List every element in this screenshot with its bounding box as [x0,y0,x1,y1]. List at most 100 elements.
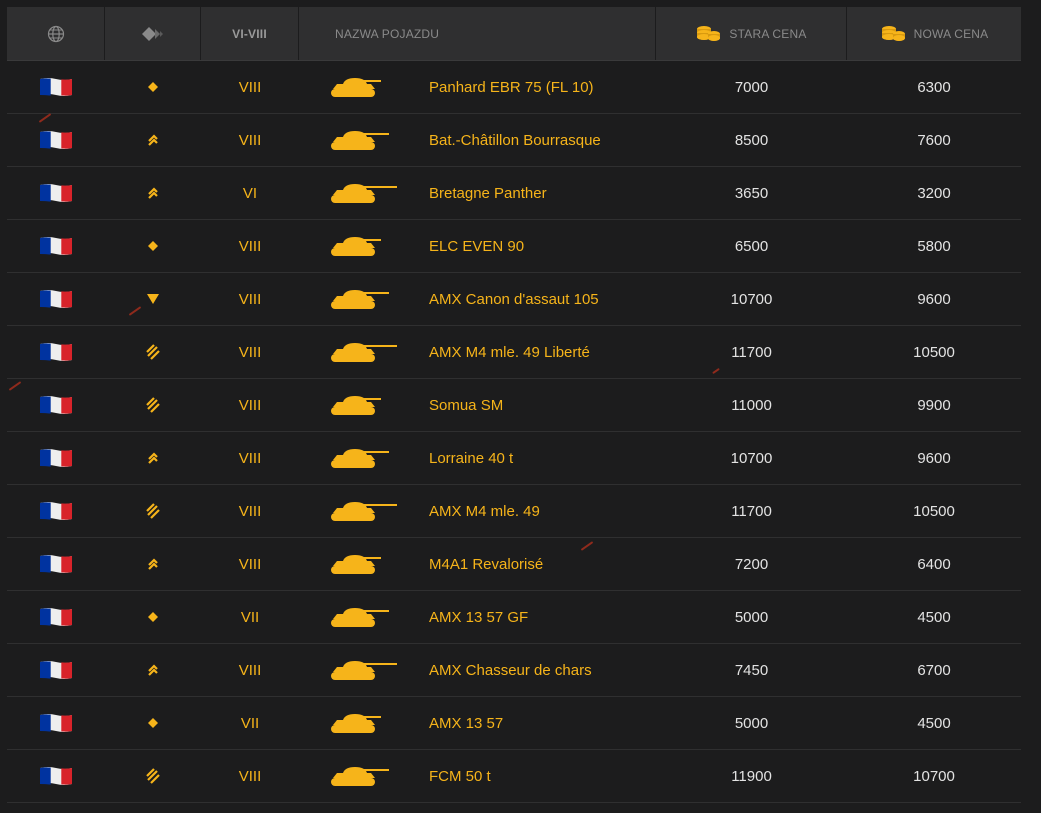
nation-cell [7,750,105,802]
vehicle-name-cell: AMX M4 mle. 49 [299,485,656,537]
vehicle-name[interactable]: ELC EVEN 90 [429,238,524,255]
france-flag-icon [40,184,72,202]
nation-cell [7,273,105,325]
tier-column-header[interactable]: VI-VIII [201,7,299,60]
class-cell [105,485,201,537]
light-tank-icon [148,82,158,92]
old-price-cell: 5000 [656,697,847,749]
new-price-column-header[interactable]: NOWA CENA [847,7,1021,60]
vehicle-name[interactable]: M4A1 Revalorisé [429,556,543,573]
old-price-cell: 8500 [656,114,847,166]
table-row[interactable]: VIII ELC EVEN 90 6500 5800 [7,220,1021,273]
new-price-cell: 10500 [847,326,1021,378]
new-price-cell: 9900 [847,379,1021,431]
vehicle-name-column-header[interactable]: NAZWA POJAZDU [299,7,656,60]
new-price-value: 9600 [917,449,951,467]
tier-value: VIII [238,767,262,785]
table-row[interactable]: VIII Panhard EBR 75 (FL 10) 7000 6300 [7,61,1021,114]
tier-cell: VIII [201,379,299,431]
globe-icon [47,25,64,42]
france-flag-icon [40,78,72,96]
gold-coins-icon [881,25,905,41]
old-price-cell: 7450 [656,644,847,696]
tier-value: VI [242,184,258,202]
tier-value: VII [240,714,260,732]
tier-value: VIII [238,661,262,679]
old-price-value: 5000 [734,714,769,732]
table-header: VI-VIII NAZWA POJAZDU STARA CENA NOWA CE… [7,7,1021,61]
class-column-header[interactable] [105,7,201,60]
old-price-value: 11900 [731,767,772,785]
medium-tank-icon [148,558,158,570]
vehicle-name[interactable]: Bretagne Panther [429,185,547,202]
france-flag-icon [40,449,72,467]
old-price-cell: 7200 [656,538,847,590]
table-row[interactable]: VIII FCM 50 t 11900 10700 [7,750,1021,803]
vehicle-name[interactable]: Bat.-Châtillon Bourrasque [429,132,601,149]
class-cell [105,538,201,590]
vehicle-name[interactable]: FCM 50 t [429,768,491,785]
new-price-cell: 4500 [847,591,1021,643]
new-price-value: 6700 [917,661,951,679]
vehicle-name[interactable]: Lorraine 40 t [429,450,513,467]
old-price-cell: 5000 [656,591,847,643]
table-row[interactable]: VIII AMX M4 mle. 49 11700 10500 [7,485,1021,538]
class-cell [105,273,201,325]
new-price-cell: 7600 [847,114,1021,166]
table-row[interactable]: VIII M4A1 Revalorisé 7200 6400 [7,538,1021,591]
new-price-cell: 10700 [847,750,1021,802]
vehicle-name[interactable]: Panhard EBR 75 (FL 10) [429,79,594,96]
class-cell [105,644,201,696]
new-price-value: 10500 [913,343,955,361]
vehicle-name[interactable]: AMX Canon d'assaut 105 [429,291,599,308]
new-price-cell: 5800 [847,220,1021,272]
tier-value: VIII [238,449,262,467]
nation-cell [7,485,105,537]
table-row[interactable]: VII AMX 13 57 GF 5000 4500 [7,591,1021,644]
table-row[interactable]: VIII Lorraine 40 t 10700 9600 [7,432,1021,485]
table-row[interactable]: VIII Somua SM 11000 9900 [7,379,1021,432]
vehicle-name[interactable]: Somua SM [429,397,503,414]
vehicle-name-cell: Panhard EBR 75 (FL 10) [299,61,656,113]
table-row[interactable]: VII AMX 13 57 5000 4500 [7,697,1021,750]
vehicle-name[interactable]: AMX Chasseur de chars [429,662,592,679]
vehicle-class-icon [141,26,163,41]
tier-value: VIII [238,555,262,573]
old-price-value: 11000 [731,396,772,414]
france-flag-icon [40,343,72,361]
france-flag-icon [40,396,72,414]
vehicle-name-cell: M4A1 Revalorisé [299,538,656,590]
medium-tank-icon [148,664,158,676]
old-price-cell: 3650 [656,167,847,219]
vehicle-silhouette-icon [331,237,381,256]
new-price-value: 4500 [917,608,951,626]
tier-value: VIII [238,131,262,149]
table-row[interactable]: VIII AMX M4 mle. 49 Liberté 11700 10500 [7,326,1021,379]
vehicle-name[interactable]: AMX M4 mle. 49 [429,503,540,520]
vehicle-name[interactable]: AMX 13 57 [429,715,503,732]
old-price-column-header[interactable]: STARA CENA [656,7,847,60]
table-row[interactable]: VI Bretagne Panther 3650 3200 [7,167,1021,220]
table-row[interactable]: VIII AMX Chasseur de chars 7450 6700 [7,644,1021,697]
new-price-value: 5800 [917,237,951,255]
old-price-value: 11700 [731,343,772,361]
table-row[interactable]: VIII Bat.-Châtillon Bourrasque 8500 7600 [7,114,1021,167]
nation-column-header[interactable] [7,7,105,60]
nation-cell [7,220,105,272]
old-price-cell: 6500 [656,220,847,272]
france-flag-icon [40,237,72,255]
vehicle-name[interactable]: AMX 13 57 GF [429,609,528,626]
vehicle-name-cell: AMX Chasseur de chars [299,644,656,696]
heavy-tank-icon [146,344,160,360]
new-price-cell: 6700 [847,644,1021,696]
vehicle-name-cell: AMX M4 mle. 49 Liberté [299,326,656,378]
table-row[interactable]: VIII AMX Canon d'assaut 105 10700 9600 [7,273,1021,326]
tier-cell: VIII [201,61,299,113]
france-flag-icon [40,555,72,573]
tier-cell: VI [201,167,299,219]
new-price-value: 9900 [917,396,951,414]
nation-cell [7,432,105,484]
vehicle-name[interactable]: AMX M4 mle. 49 Liberté [429,344,590,361]
heavy-tank-icon [146,768,160,784]
nation-cell [7,379,105,431]
